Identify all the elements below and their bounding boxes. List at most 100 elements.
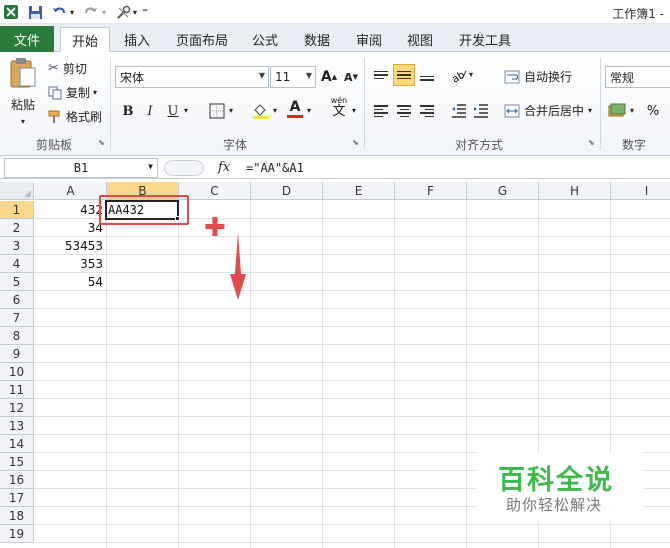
wrap-text-button[interactable]: 自动换行 xyxy=(504,68,572,85)
formula-bar-splitter[interactable] xyxy=(164,160,204,176)
bold-button[interactable]: B xyxy=(117,100,139,122)
tab-developer[interactable]: 开发工具 xyxy=(452,27,518,52)
tab-data[interactable]: 数据 xyxy=(296,27,338,52)
paste-button[interactable]: 粘贴 ▾ xyxy=(6,56,40,130)
row-header-19[interactable]: 19 xyxy=(0,525,34,543)
row-header-1[interactable]: 1 xyxy=(0,201,34,219)
shrink-font-button[interactable]: A ▼ xyxy=(340,66,362,88)
paste-icon xyxy=(10,58,36,88)
merge-center-button[interactable]: 合并后居中 ▾ xyxy=(504,102,592,119)
row-header-17[interactable]: 17 xyxy=(0,489,34,507)
column-header-g[interactable]: G xyxy=(467,182,539,200)
tab-view[interactable]: 视图 xyxy=(399,27,441,52)
tab-formulas[interactable]: 公式 xyxy=(244,27,286,52)
tools-dropdown-icon[interactable]: ▾ xyxy=(131,3,139,21)
name-box[interactable]: B1 ▼ xyxy=(4,158,158,178)
insert-function-button[interactable]: fx xyxy=(218,160,230,175)
row-header-15[interactable]: 15 xyxy=(0,453,34,471)
row-header-7[interactable]: 7 xyxy=(0,309,34,327)
undo-icon[interactable] xyxy=(50,3,68,21)
tab-home[interactable]: 开始 xyxy=(60,27,110,53)
number-format-combo[interactable]: 常规 xyxy=(605,66,670,88)
alignment-launcher-icon[interactable]: ⬊ xyxy=(588,138,595,147)
row-header-6[interactable]: 6 xyxy=(0,291,34,309)
redo-dropdown-icon[interactable]: ▾ xyxy=(100,3,108,21)
increase-indent-button[interactable] xyxy=(470,100,492,122)
font-name-combo[interactable]: 宋体 ▼ xyxy=(115,66,269,88)
row-header-5[interactable]: 5 xyxy=(0,273,34,291)
format-painter-icon xyxy=(48,110,60,123)
align-right-button[interactable] xyxy=(416,100,438,122)
excel-app-icon[interactable] xyxy=(2,3,20,21)
align-top-button[interactable] xyxy=(370,64,392,86)
orientation-dropdown-icon[interactable]: ▾ xyxy=(469,70,473,79)
cell-a5[interactable]: 54 xyxy=(35,273,106,291)
cell-a1[interactable]: 432 xyxy=(35,201,106,219)
underline-dropdown-icon[interactable]: ▾ xyxy=(184,106,188,115)
row-header-10[interactable]: 10 xyxy=(0,363,34,381)
orientation-button[interactable]: ab xyxy=(448,64,470,86)
tab-review[interactable]: 审阅 xyxy=(348,27,390,52)
accounting-format-button[interactable] xyxy=(606,100,628,122)
percent-button[interactable]: % xyxy=(642,100,664,122)
tab-page-layout[interactable]: 页面布局 xyxy=(166,27,238,52)
font-color-button[interactable]: A xyxy=(284,98,306,120)
tools-icon[interactable] xyxy=(114,3,132,21)
align-middle-button[interactable] xyxy=(393,64,415,86)
italic-button[interactable]: I xyxy=(139,100,161,122)
font-size-combo[interactable]: 11 ▼ xyxy=(270,66,316,88)
save-icon[interactable] xyxy=(26,3,44,21)
row-header-14[interactable]: 14 xyxy=(0,435,34,453)
row-header-4[interactable]: 4 xyxy=(0,255,34,273)
column-header-h[interactable]: H xyxy=(539,182,611,200)
fill-color-button[interactable] xyxy=(250,100,272,122)
decrease-indent-button[interactable] xyxy=(448,100,470,122)
column-header-c[interactable]: C xyxy=(179,182,251,200)
row-header-12[interactable]: 12 xyxy=(0,399,34,417)
row-header-3[interactable]: 3 xyxy=(0,237,34,255)
align-left-button[interactable] xyxy=(370,100,392,122)
phonetic-dropdown-icon[interactable]: ▾ xyxy=(352,106,356,115)
tab-insert[interactable]: 插入 xyxy=(114,27,160,52)
border-button[interactable] xyxy=(206,100,228,122)
row-header-2[interactable]: 2 xyxy=(0,219,34,237)
column-header-a[interactable]: A xyxy=(35,182,107,200)
underline-button[interactable]: U xyxy=(162,100,184,122)
font-launcher-icon[interactable]: ⬊ xyxy=(352,138,359,147)
cell-a4[interactable]: 353 xyxy=(35,255,106,273)
tab-file[interactable]: 文件 xyxy=(0,26,54,52)
format-painter-button[interactable]: 格式刷 xyxy=(48,108,102,125)
column-header-e[interactable]: E xyxy=(323,182,395,200)
copy-button[interactable]: 复制 ▾ xyxy=(48,84,97,101)
cell-a3[interactable]: 53453 xyxy=(35,237,106,255)
phonetic-button[interactable]: wén 文 xyxy=(326,96,352,119)
border-dropdown-icon[interactable]: ▾ xyxy=(229,106,233,115)
cut-button[interactable]: ✂ 剪切 xyxy=(48,60,87,77)
row-header-9[interactable]: 9 xyxy=(0,345,34,363)
grow-font-button[interactable]: A ▲ xyxy=(318,66,340,88)
row-header-8[interactable]: 8 xyxy=(0,327,34,345)
row-header-13[interactable]: 13 xyxy=(0,417,34,435)
chevron-down-icon: ▼ xyxy=(148,162,153,171)
redo-icon[interactable] xyxy=(82,3,100,21)
formula-input[interactable]: ="AA"&A1 xyxy=(246,158,304,178)
customize-quick-access-icon[interactable]: ⁼ xyxy=(140,3,150,21)
align-bottom-button[interactable] xyxy=(416,64,438,86)
row-header-16[interactable]: 16 xyxy=(0,471,34,489)
watermark-subtitle: 助你轻松解决 xyxy=(506,496,603,514)
down-arrow-icon xyxy=(230,232,246,300)
row-header-18[interactable]: 18 xyxy=(0,507,34,525)
undo-dropdown-icon[interactable]: ▾ xyxy=(68,3,76,21)
font-color-dropdown-icon[interactable]: ▾ xyxy=(307,106,311,115)
row-header-11[interactable]: 11 xyxy=(0,381,34,399)
column-header-d[interactable]: D xyxy=(251,182,323,200)
accounting-dropdown-icon[interactable]: ▾ xyxy=(630,106,634,115)
clipboard-launcher-icon[interactable]: ⬊ xyxy=(98,138,105,147)
select-all-icon xyxy=(24,190,31,197)
column-header-i[interactable]: I xyxy=(611,182,670,200)
align-center-button[interactable] xyxy=(393,100,415,122)
column-header-f[interactable]: F xyxy=(395,182,467,200)
select-all-corner[interactable] xyxy=(0,182,34,200)
fill-color-dropdown-icon[interactable]: ▾ xyxy=(273,106,277,115)
cell-a2[interactable]: 34 xyxy=(35,219,106,237)
